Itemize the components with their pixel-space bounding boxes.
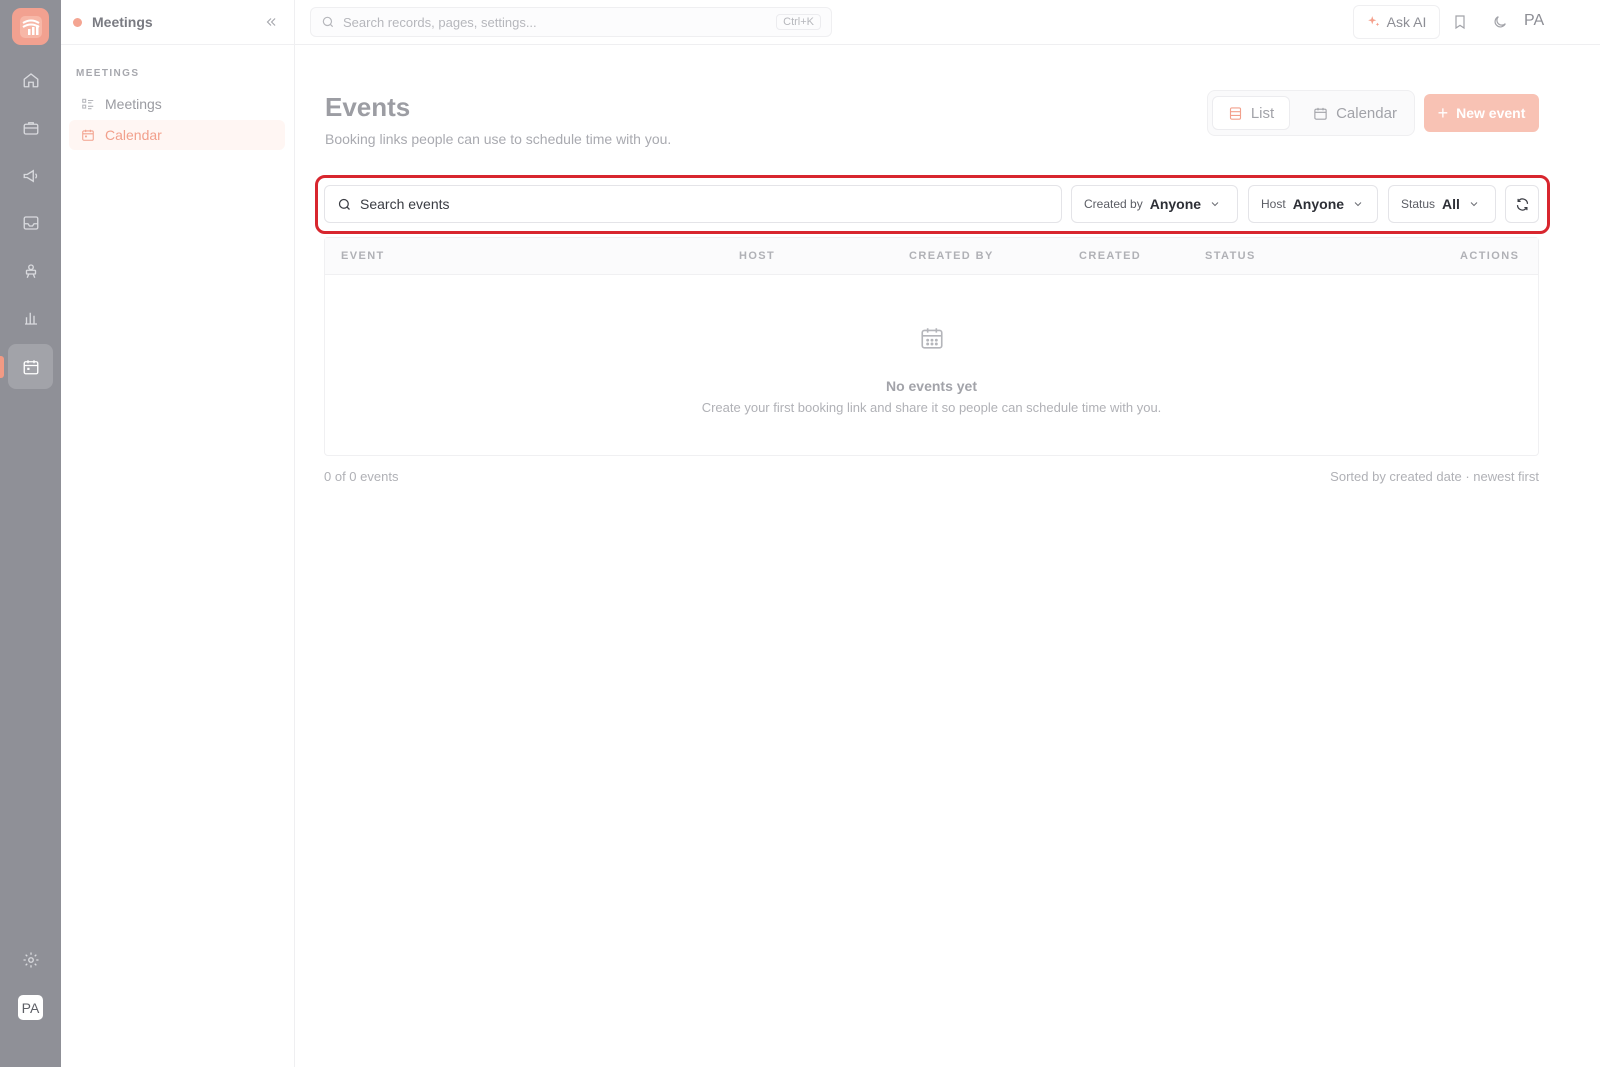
status-dot [73, 18, 82, 27]
home-icon [23, 72, 38, 87]
empty-state-subtitle: Create your first booking link and share… [701, 400, 1162, 415]
host-filter[interactable]: Host Anyone [1248, 185, 1378, 223]
rail-settings-button[interactable] [8, 937, 53, 982]
keyboard-shortcut-badge: Ctrl+K [776, 14, 821, 30]
column-header-host[interactable]: HOST [739, 250, 775, 262]
avatar[interactable]: PA [18, 995, 43, 1020]
view-calendar-button[interactable]: Calendar [1300, 96, 1410, 130]
chevron-down-icon [1209, 198, 1221, 210]
sort-description: Sorted by created date · newest first [1330, 469, 1539, 484]
theme-toggle-button[interactable] [1490, 12, 1510, 32]
calendar-icon [23, 359, 38, 374]
ask-ai-button[interactable]: Ask AI [1353, 5, 1440, 39]
table-header: EVENT HOST CREATED BY CREATED STATUS ACT… [325, 238, 1538, 275]
column-header-event[interactable]: EVENT [341, 250, 385, 262]
status-filter-label: Status [1401, 197, 1436, 211]
calendar-icon [81, 128, 95, 142]
bar-chart-icon [24, 312, 37, 325]
view-toggle: List Calendar [1207, 90, 1415, 136]
created-by-filter-value: Anyone [1149, 196, 1202, 212]
global-search-input[interactable]: Search records, pages, settings... Ctrl+… [310, 7, 832, 37]
column-header-status[interactable]: STATUS [1205, 250, 1256, 262]
rail-inbox-button[interactable] [8, 200, 53, 245]
column-header-actions: ACTIONS [1460, 250, 1520, 262]
bookmark-icon [1455, 15, 1465, 30]
events-table: EVENT HOST CREATED BY CREATED STATUS ACT… [324, 237, 1539, 456]
event-search-field[interactable] [324, 185, 1062, 223]
empty-calendar-icon [921, 328, 943, 349]
rail-campaigns-button[interactable] [8, 153, 53, 198]
created-by-filter[interactable]: Created by Anyone [1071, 185, 1238, 223]
list-icon [81, 97, 95, 111]
host-filter-value: Anyone [1292, 196, 1345, 212]
status-filter[interactable]: Status All [1388, 185, 1496, 223]
view-list-button[interactable]: List [1212, 96, 1290, 130]
gear-icon [23, 952, 38, 967]
search-icon [338, 198, 350, 210]
briefcase-icon [23, 121, 38, 135]
user-avatar[interactable]: PA [1524, 12, 1544, 30]
chevron-down-icon [1352, 198, 1364, 210]
column-header-created[interactable]: CREATED [1079, 250, 1141, 262]
view-list-label: List [1250, 104, 1275, 122]
rail-meetings-button[interactable] [8, 344, 53, 389]
sparkle-icon [1367, 15, 1381, 29]
rail-training-button[interactable] [8, 248, 53, 293]
column-header-created-by[interactable]: CREATED BY [909, 250, 994, 262]
global-search-placeholder: Search records, pages, settings... [343, 14, 537, 30]
double-chevron-left-icon [266, 18, 276, 26]
moon-icon [1494, 16, 1506, 28]
sidebar-item-label: Calendar [105, 127, 162, 143]
rail-active-indicator [0, 356, 4, 378]
created-by-filter-label: Created by [1084, 197, 1143, 211]
refresh-icon [1516, 197, 1528, 211]
results-count: 0 of 0 events [324, 469, 399, 484]
sidebar-header: Meetings [61, 0, 295, 45]
event-search-input[interactable] [360, 196, 1040, 212]
page-subtitle: Booking links people can use to schedule… [325, 131, 672, 147]
new-event-label: New event [1456, 105, 1526, 121]
bookmark-button[interactable] [1450, 12, 1470, 32]
sidebar-item-calendar[interactable]: Calendar [69, 120, 285, 150]
new-event-button[interactable]: + New event [1424, 94, 1539, 132]
rail-home-button[interactable] [8, 57, 53, 102]
ask-ai-label: Ask AI [1386, 14, 1427, 30]
view-calendar-label: Calendar [1336, 104, 1397, 122]
sidebar-item-label: Meetings [105, 96, 162, 112]
page-title: Events [325, 92, 411, 122]
rail-reports-button[interactable] [8, 295, 53, 340]
empty-state-title: No events yet [885, 378, 978, 394]
sidebar-title: Meetings [92, 14, 153, 30]
sidebar-section-label: MEETINGS [76, 68, 140, 79]
status-filter-value: All [1442, 196, 1460, 212]
search-icon [322, 16, 334, 28]
inbox-icon [23, 215, 38, 230]
module-sidebar: Meetings MEETINGS Meetings Calendar [61, 0, 295, 1067]
presentation-icon [25, 263, 36, 278]
calendar-icon [1313, 106, 1328, 121]
table-icon [1228, 106, 1243, 121]
host-filter-label: Host [1261, 197, 1286, 211]
sidebar-item-meetings[interactable]: Meetings [69, 89, 285, 119]
refresh-button[interactable] [1505, 185, 1539, 223]
megaphone-icon [23, 169, 37, 182]
top-bar: Search records, pages, settings... Ctrl+… [295, 0, 1600, 45]
chevron-down-icon [1468, 198, 1480, 210]
plus-icon: + [1437, 102, 1449, 123]
app-logo[interactable] [12, 8, 49, 45]
app-rail: PA [0, 0, 61, 1067]
rail-briefcase-button[interactable] [8, 105, 53, 150]
sidebar-collapse-button[interactable] [261, 12, 281, 32]
